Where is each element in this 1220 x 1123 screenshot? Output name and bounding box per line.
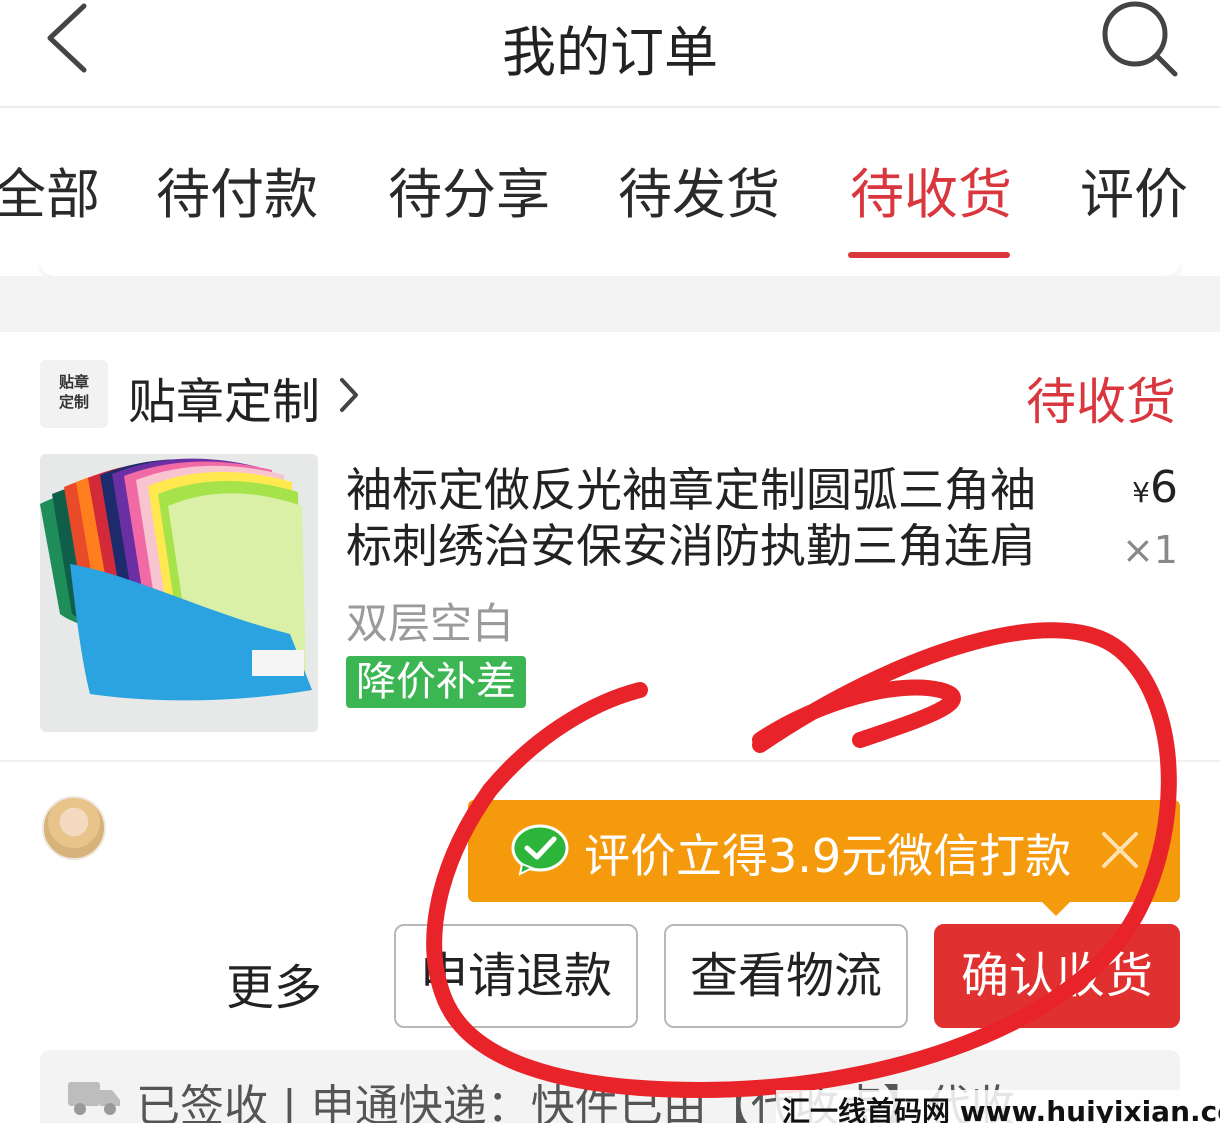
banner-pointer <box>1040 900 1072 916</box>
search-icon <box>1102 1 1178 77</box>
shop-logo[interactable]: 贴章 定制 <box>40 360 108 428</box>
currency-symbol: ¥ <box>1132 476 1150 509</box>
more-button[interactable]: 更多 <box>226 948 322 1018</box>
shop-name[interactable]: 贴章定制 <box>128 362 320 432</box>
product-quantity: ×1 <box>1121 528 1178 572</box>
page-title: 我的订单 <box>502 21 718 84</box>
site-watermark: 汇一线首码网 www.huiyixian.com <box>776 1090 1220 1123</box>
shop-logo-line: 贴章 <box>58 373 89 391</box>
shop-logo-line: 定制 <box>58 393 89 411</box>
review-reward-text: 评价立得3.9元微信打款 <box>584 829 1072 883</box>
view-logistics-button[interactable]: 查看物流 <box>664 924 908 1028</box>
price-value: 6 <box>1150 462 1178 513</box>
chevron-right-icon[interactable] <box>334 370 364 420</box>
previous-order-card-edge <box>40 258 1180 276</box>
product-title[interactable]: 袖标定做反光袖章定制圆弧三角袖标刺绣治安保安消防执勤三角连肩 <box>346 462 1066 574</box>
avatar <box>42 796 106 860</box>
armband-product-photo <box>40 454 318 732</box>
price-protection-badge: 降价补差 <box>346 656 526 708</box>
tab-pending-shipment[interactable]: 待发货 <box>618 150 780 229</box>
header-bar: 我的订单 <box>0 0 1220 108</box>
search-button[interactable] <box>1095 0 1185 80</box>
product-image[interactable] <box>40 454 318 732</box>
order-status-label: 待收货 <box>1026 373 1176 431</box>
order-tabs: 全部 待付款 待分享 待发货 待收货 评价 <box>0 110 1220 260</box>
truck-icon <box>68 1082 120 1115</box>
apply-refund-button[interactable]: 申请退款 <box>394 924 638 1028</box>
section-divider <box>0 760 1220 762</box>
tab-review[interactable]: 评价 <box>1080 150 1188 229</box>
product-variant: 双层空白 <box>346 599 515 648</box>
confirm-receipt-button[interactable]: 确认收货 <box>934 924 1180 1028</box>
tab-pending-receipt[interactable]: 待收货 <box>850 150 1012 229</box>
wechat-icon <box>511 824 569 876</box>
tab-pending-share[interactable]: 待分享 <box>388 150 550 229</box>
close-icon[interactable] <box>1100 830 1140 870</box>
tab-pending-payment[interactable]: 待付款 <box>156 150 318 229</box>
product-price: ¥6 <box>1132 462 1178 513</box>
card-separator <box>0 276 1220 332</box>
tab-all[interactable]: 全部 <box>0 150 100 229</box>
